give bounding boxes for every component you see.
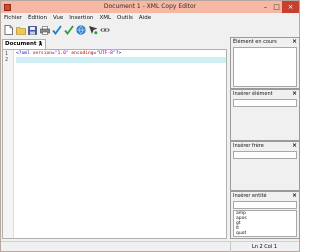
status-bar: Ln 2 Col 1 xyxy=(1,241,299,252)
panel-insert-entity: Insérer entité × amp apos gt lt quot xyxy=(230,191,300,239)
close-panel-icon[interactable]: × xyxy=(292,192,297,200)
panel-insert-sibling: Insérer frère × xyxy=(230,141,300,191)
code-token-value: "1.0" xyxy=(54,51,69,56)
new-document-icon[interactable] xyxy=(3,25,14,36)
code-token-pi-open: <?xml xyxy=(16,51,30,56)
code-token-attr: version xyxy=(32,51,52,56)
tab-document-1[interactable]: Document 1 × xyxy=(2,39,46,49)
panel-current-element: Élément en cours × xyxy=(230,37,300,89)
xml-editor[interactable]: 1 2 <?xml version="1.0" encoding="UTF-8"… xyxy=(2,49,227,239)
xpath-icon[interactable] xyxy=(87,25,98,36)
panel-header: Insérer élément × xyxy=(231,90,299,98)
side-dock: Élément en cours × Insérer élément × Ins… xyxy=(230,37,300,239)
maximize-button[interactable]: □ xyxy=(271,1,282,13)
cursor-position: Ln 2 Col 1 xyxy=(230,242,298,252)
title-bar: Document 1 - XML Copy Editor – □ × xyxy=(1,1,299,13)
close-panel-icon[interactable]: × xyxy=(292,38,297,46)
line-number: 2 xyxy=(5,57,9,63)
panel-header: Élément en cours × xyxy=(231,38,299,46)
menu-outils[interactable]: Outils xyxy=(114,15,136,21)
panel-title: Insérer frère xyxy=(233,143,264,149)
toolbar xyxy=(1,23,299,37)
open-folder-icon[interactable] xyxy=(15,25,26,36)
panel-title: Insérer élément xyxy=(233,91,273,97)
line-number-gutter: 1 2 xyxy=(3,50,14,238)
insert-element-input[interactable] xyxy=(233,99,297,107)
close-panel-icon[interactable]: × xyxy=(292,90,297,98)
app-window: Document 1 - XML Copy Editor – □ × Fichi… xyxy=(0,0,300,252)
insert-entity-input[interactable] xyxy=(233,201,297,209)
panel-title: Élément en cours xyxy=(233,39,277,45)
window-title: Document 1 - XML Copy Editor xyxy=(103,3,197,10)
menu-vue[interactable]: Vue xyxy=(50,15,66,21)
panel-title: Insérer entité xyxy=(233,193,267,199)
current-line[interactable] xyxy=(16,57,226,63)
check-wellformed-icon[interactable] xyxy=(51,25,62,36)
menu-insertion[interactable]: Insertion xyxy=(66,15,96,21)
menu-edition[interactable]: Édition xyxy=(25,15,50,21)
panel-insert-element: Insérer élément × xyxy=(230,89,300,141)
validate-icon[interactable] xyxy=(63,25,74,36)
list-item[interactable]: quot xyxy=(234,231,296,236)
menu-xml[interactable]: XML xyxy=(96,15,114,21)
minimize-button[interactable]: – xyxy=(260,1,271,13)
close-panel-icon[interactable]: × xyxy=(292,142,297,150)
code-token-pi-close: ?> xyxy=(115,51,122,56)
code-token-attr: encoding xyxy=(71,51,94,56)
window-controls: – □ × xyxy=(260,1,299,13)
menu-fichier[interactable]: Fichier xyxy=(1,15,25,21)
panel-header: Insérer frère × xyxy=(231,142,299,150)
menu-bar: Fichier Édition Vue Insertion XML Outils… xyxy=(1,13,299,23)
close-window-button[interactable]: × xyxy=(282,1,299,13)
menu-aide[interactable]: Aide xyxy=(136,15,154,21)
entity-list[interactable]: amp apos gt lt quot xyxy=(233,210,297,237)
print-icon[interactable] xyxy=(39,25,50,36)
tab-label: Document 1 xyxy=(5,41,43,47)
panel-header: Insérer entité × xyxy=(231,192,299,200)
document-tab-bar: Document 1 × xyxy=(2,39,227,49)
globe-icon[interactable] xyxy=(75,25,86,36)
current-element-list[interactable] xyxy=(233,47,297,87)
close-tab-icon[interactable]: × xyxy=(38,40,43,49)
xslt-icon[interactable] xyxy=(99,25,110,36)
save-icon[interactable] xyxy=(27,25,38,36)
insert-sibling-input[interactable] xyxy=(233,151,297,159)
code-token-value: "UTF-8" xyxy=(96,51,116,56)
